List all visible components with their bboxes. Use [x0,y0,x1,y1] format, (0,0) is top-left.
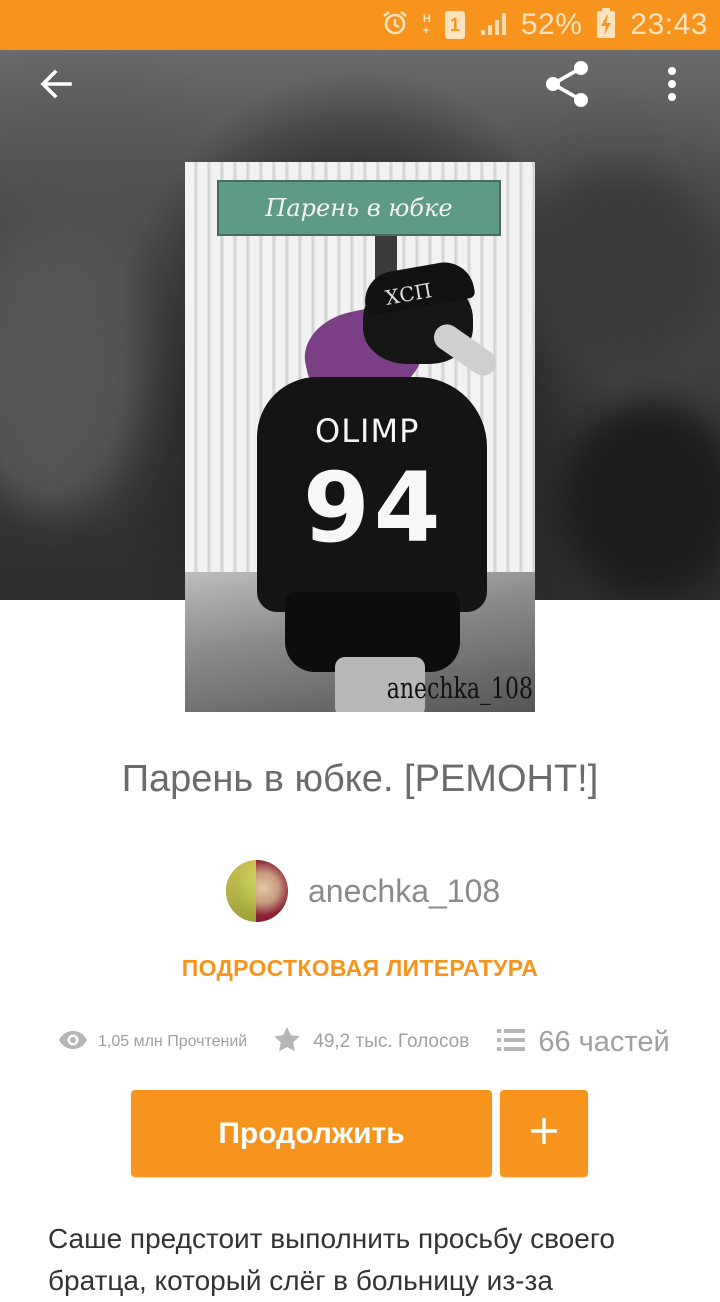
cover-author-mark: anechka_108 [386,673,533,707]
clock: 23:43 [630,8,708,41]
continue-reading-button[interactable]: Продолжить [131,1090,492,1177]
share-icon [542,59,592,114]
book-cover[interactable]: Парень в юбке ХСП OLIMP 94 anechka_108 [185,162,535,712]
votes-count: 49,2 тыс. Голосов [313,1031,470,1052]
cover-shirt-number: 94 [303,452,445,564]
list-icon [497,1028,526,1057]
add-to-library-button[interactable] [500,1090,588,1177]
eye-icon [58,1030,88,1055]
battery-charging-icon [596,7,616,44]
story-description: Саше предстоит выполнить просьбу своего … [48,1223,615,1296]
story-stats: 1,05 млн Прочтений 49,2 тыс. Голосов 66 … [58,1020,670,1064]
story-category[interactable]: ПОДРОСТКОВАЯ ЛИТЕРАТУРА [0,955,720,982]
sim-slot-badge: 1 [444,11,465,39]
parts-count[interactable]: 66 частей [538,1026,669,1059]
story-title: Парень в юбке. [РЕМОНТ!] [121,758,599,800]
more-options-button[interactable] [642,56,702,116]
author-avatar[interactable] [226,860,288,922]
reads-stat: 1,05 млн Прочтений [58,1030,247,1055]
arrow-back-icon [38,66,74,107]
share-button[interactable] [537,56,597,116]
plus-icon [529,1116,559,1151]
battery-percent: 52% [520,8,583,41]
parts-stat[interactable]: 66 частей [497,1026,670,1059]
reads-count: 1,05 млн Прочтений [98,1033,248,1050]
alarm-clock-icon [381,9,409,42]
author-name[interactable]: anechka_108 [308,873,500,910]
star-icon [273,1026,301,1058]
more-vertical-icon [666,66,678,107]
back-button[interactable] [26,56,86,116]
signal-icon [479,9,507,42]
status-bar: H + 1 52% 23:43 [0,0,720,50]
author-row[interactable]: anechka_108 [226,860,500,922]
cover-sign-text: Парень в юбке [265,194,453,222]
cover-sign: Парень в юбке [217,180,501,236]
votes-stat: 49,2 тыс. Голосов [273,1026,469,1058]
network-type: H + [422,13,431,37]
cover-shirt-text: OLIMP [315,412,420,450]
status-icons: H + 1 52% 23:43 [381,0,708,50]
